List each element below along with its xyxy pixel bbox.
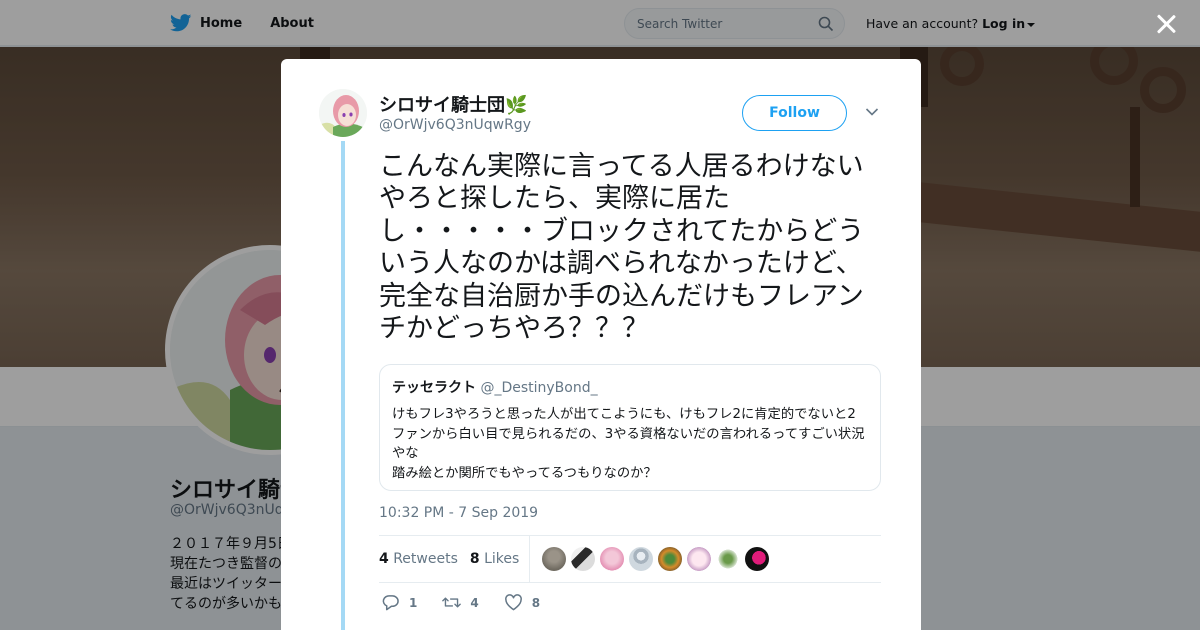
author-avatar[interactable] [319,89,367,137]
tweet-modal: シロサイ騎士団🌿 @OrWjv6Q3nUqwRgy Follow こんなん実際に… [281,59,921,630]
retweet-icon [442,597,462,608]
quoted-author-name: テッセラクト [392,380,476,396]
chevron-down-icon[interactable] [865,107,879,117]
quoted-line: 踏み絵とか関所でもやってるつもりなのか？ [392,466,657,482]
liker-avatar[interactable] [716,547,741,571]
author-handle[interactable]: @OrWjv6Q3nUqwRgy [379,117,531,133]
reply-count: 1 [409,595,418,610]
stats-divider [529,535,531,583]
retweets-label: Retweets [393,551,458,567]
quoted-tweet-text: けもフレ3やろうと思った人が出てこようにも、けもフレ2に肯定的でないと2ファンか… [392,405,868,484]
liker-avatar[interactable] [629,547,654,571]
quoted-tweet[interactable]: テッセラクト @_DestinyBond_ けもフレ3やろうと思った人が出てこよ… [379,364,881,491]
quoted-tweet-header: テッセラクト @_DestinyBond_ [392,377,868,397]
tweet-timestamp[interactable]: 10:32 PM - 7 Sep 2019 [379,505,538,521]
retweets-stat[interactable]: 4 Retweets [379,551,458,567]
tweet-actions: 1 4 8 [381,594,565,611]
liker-avatar[interactable] [542,547,567,571]
reply-button[interactable]: 1 [381,594,417,611]
tweet-stats: 4 Retweets 8 Likes [379,535,881,583]
quoted-line: けもフレ3やろうと思った人が出てこようにも、けもフレ2に肯定的でないと2ファンか… [392,407,865,462]
close-icon[interactable] [1154,12,1178,36]
quoted-author-handle: @_DestinyBond_ [480,380,598,396]
heart-icon [504,594,522,611]
thread-line [341,141,345,630]
liker-avatar[interactable] [745,547,770,571]
like-count: 8 [531,595,541,610]
retweets-count: 4 [379,551,389,567]
likes-count: 8 [469,551,480,567]
likes-label: Likes [484,551,520,567]
liker-avatar[interactable] [600,547,625,571]
liker-avatar[interactable] [571,547,596,571]
likes-stat[interactable]: 8 Likes [470,551,519,567]
follow-button[interactable]: Follow [742,95,847,131]
liker-avatar[interactable] [687,547,712,571]
tweet-text: こんなん実際に言ってる人居るわけないやろと探したら、実際に居たし・・・・・ブロッ… [379,151,865,345]
like-button[interactable]: 8 [504,594,540,611]
reply-icon [382,595,399,611]
retweet-count: 4 [470,595,479,610]
liker-avatar[interactable] [658,547,683,571]
author-name[interactable]: シロサイ騎士団🌿 [379,91,527,117]
liker-avatars [542,547,770,571]
author-avatar-image [319,89,367,137]
retweet-button[interactable]: 4 [442,594,479,611]
